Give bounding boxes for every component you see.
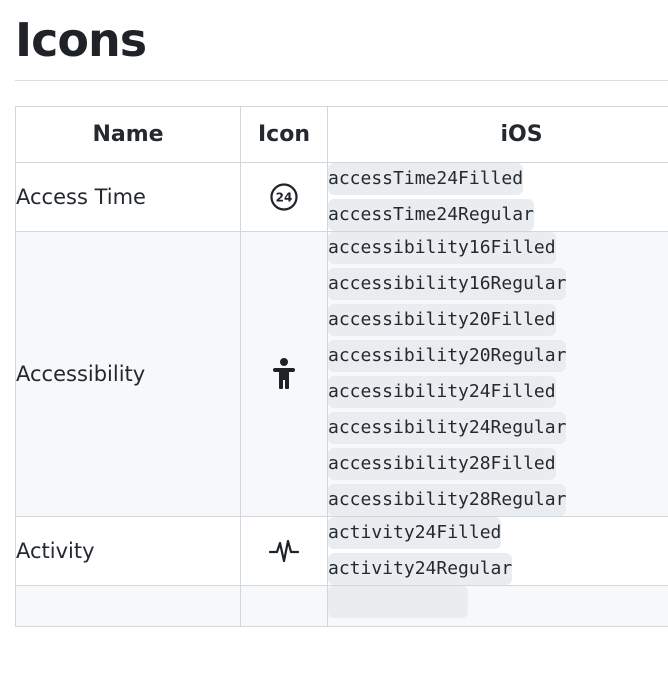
header-ios: iOS xyxy=(327,106,668,163)
row-name: Activity xyxy=(15,516,241,586)
ios-icon-name: accessibility28Filled xyxy=(328,448,556,480)
title-divider xyxy=(15,80,668,81)
table-row xyxy=(15,585,668,627)
ios-icon-name: accessibility20Regular xyxy=(328,340,567,372)
page: Icons Name Icon iOS Access Time 24 acces… xyxy=(0,0,668,673)
ios-icon-name: activity24Regular xyxy=(328,553,513,585)
table-header-row: Name Icon iOS xyxy=(15,106,668,163)
ios-names-cell: accessibility16Filled accessibility16Reg… xyxy=(327,231,668,517)
activity-pulse-icon xyxy=(268,539,300,563)
row-name: Accessibility xyxy=(15,231,241,517)
ios-icon-name: accessibility16Regular xyxy=(328,268,567,300)
ios-icon-name: accessibility24Regular xyxy=(328,412,567,444)
row-name: Access Time xyxy=(15,162,241,232)
table-row: Accessibility accessibility16Filled acce… xyxy=(15,231,668,517)
access-time-24-icon: 24 xyxy=(270,183,298,211)
ios-icon-name: accessTime24Filled xyxy=(328,163,524,195)
page-title: Icons xyxy=(15,13,147,67)
header-icon: Icon xyxy=(240,106,328,163)
access-time-number: 24 xyxy=(276,191,293,205)
ios-icon-name: activity24Filled xyxy=(328,517,502,549)
table-row: Activity activity24Filled activity24Regu… xyxy=(15,516,668,586)
ios-icon-name: accessibility16Filled xyxy=(328,232,556,264)
icons-table: Name Icon iOS Access Time 24 accessTime2… xyxy=(15,106,668,627)
row-name xyxy=(15,585,241,627)
ios-names-cell: activity24Filled activity24Regular xyxy=(327,516,668,586)
ios-icon-name: accessibility20Filled xyxy=(328,304,556,336)
ios-icon-name: accessTime24Regular xyxy=(328,199,534,231)
accessibility-person-icon xyxy=(273,358,295,389)
header-name: Name xyxy=(15,106,241,163)
ios-icon-name xyxy=(328,586,468,618)
ios-icon-name: accessibility24Filled xyxy=(328,376,556,408)
ios-names-cell: accessTime24Filled accessTime24Regular xyxy=(327,162,668,232)
ios-names-cell xyxy=(327,585,668,627)
ios-icon-name: accessibility28Regular xyxy=(328,484,567,516)
table-row: Access Time 24 accessTime24Filled access… xyxy=(15,162,668,232)
